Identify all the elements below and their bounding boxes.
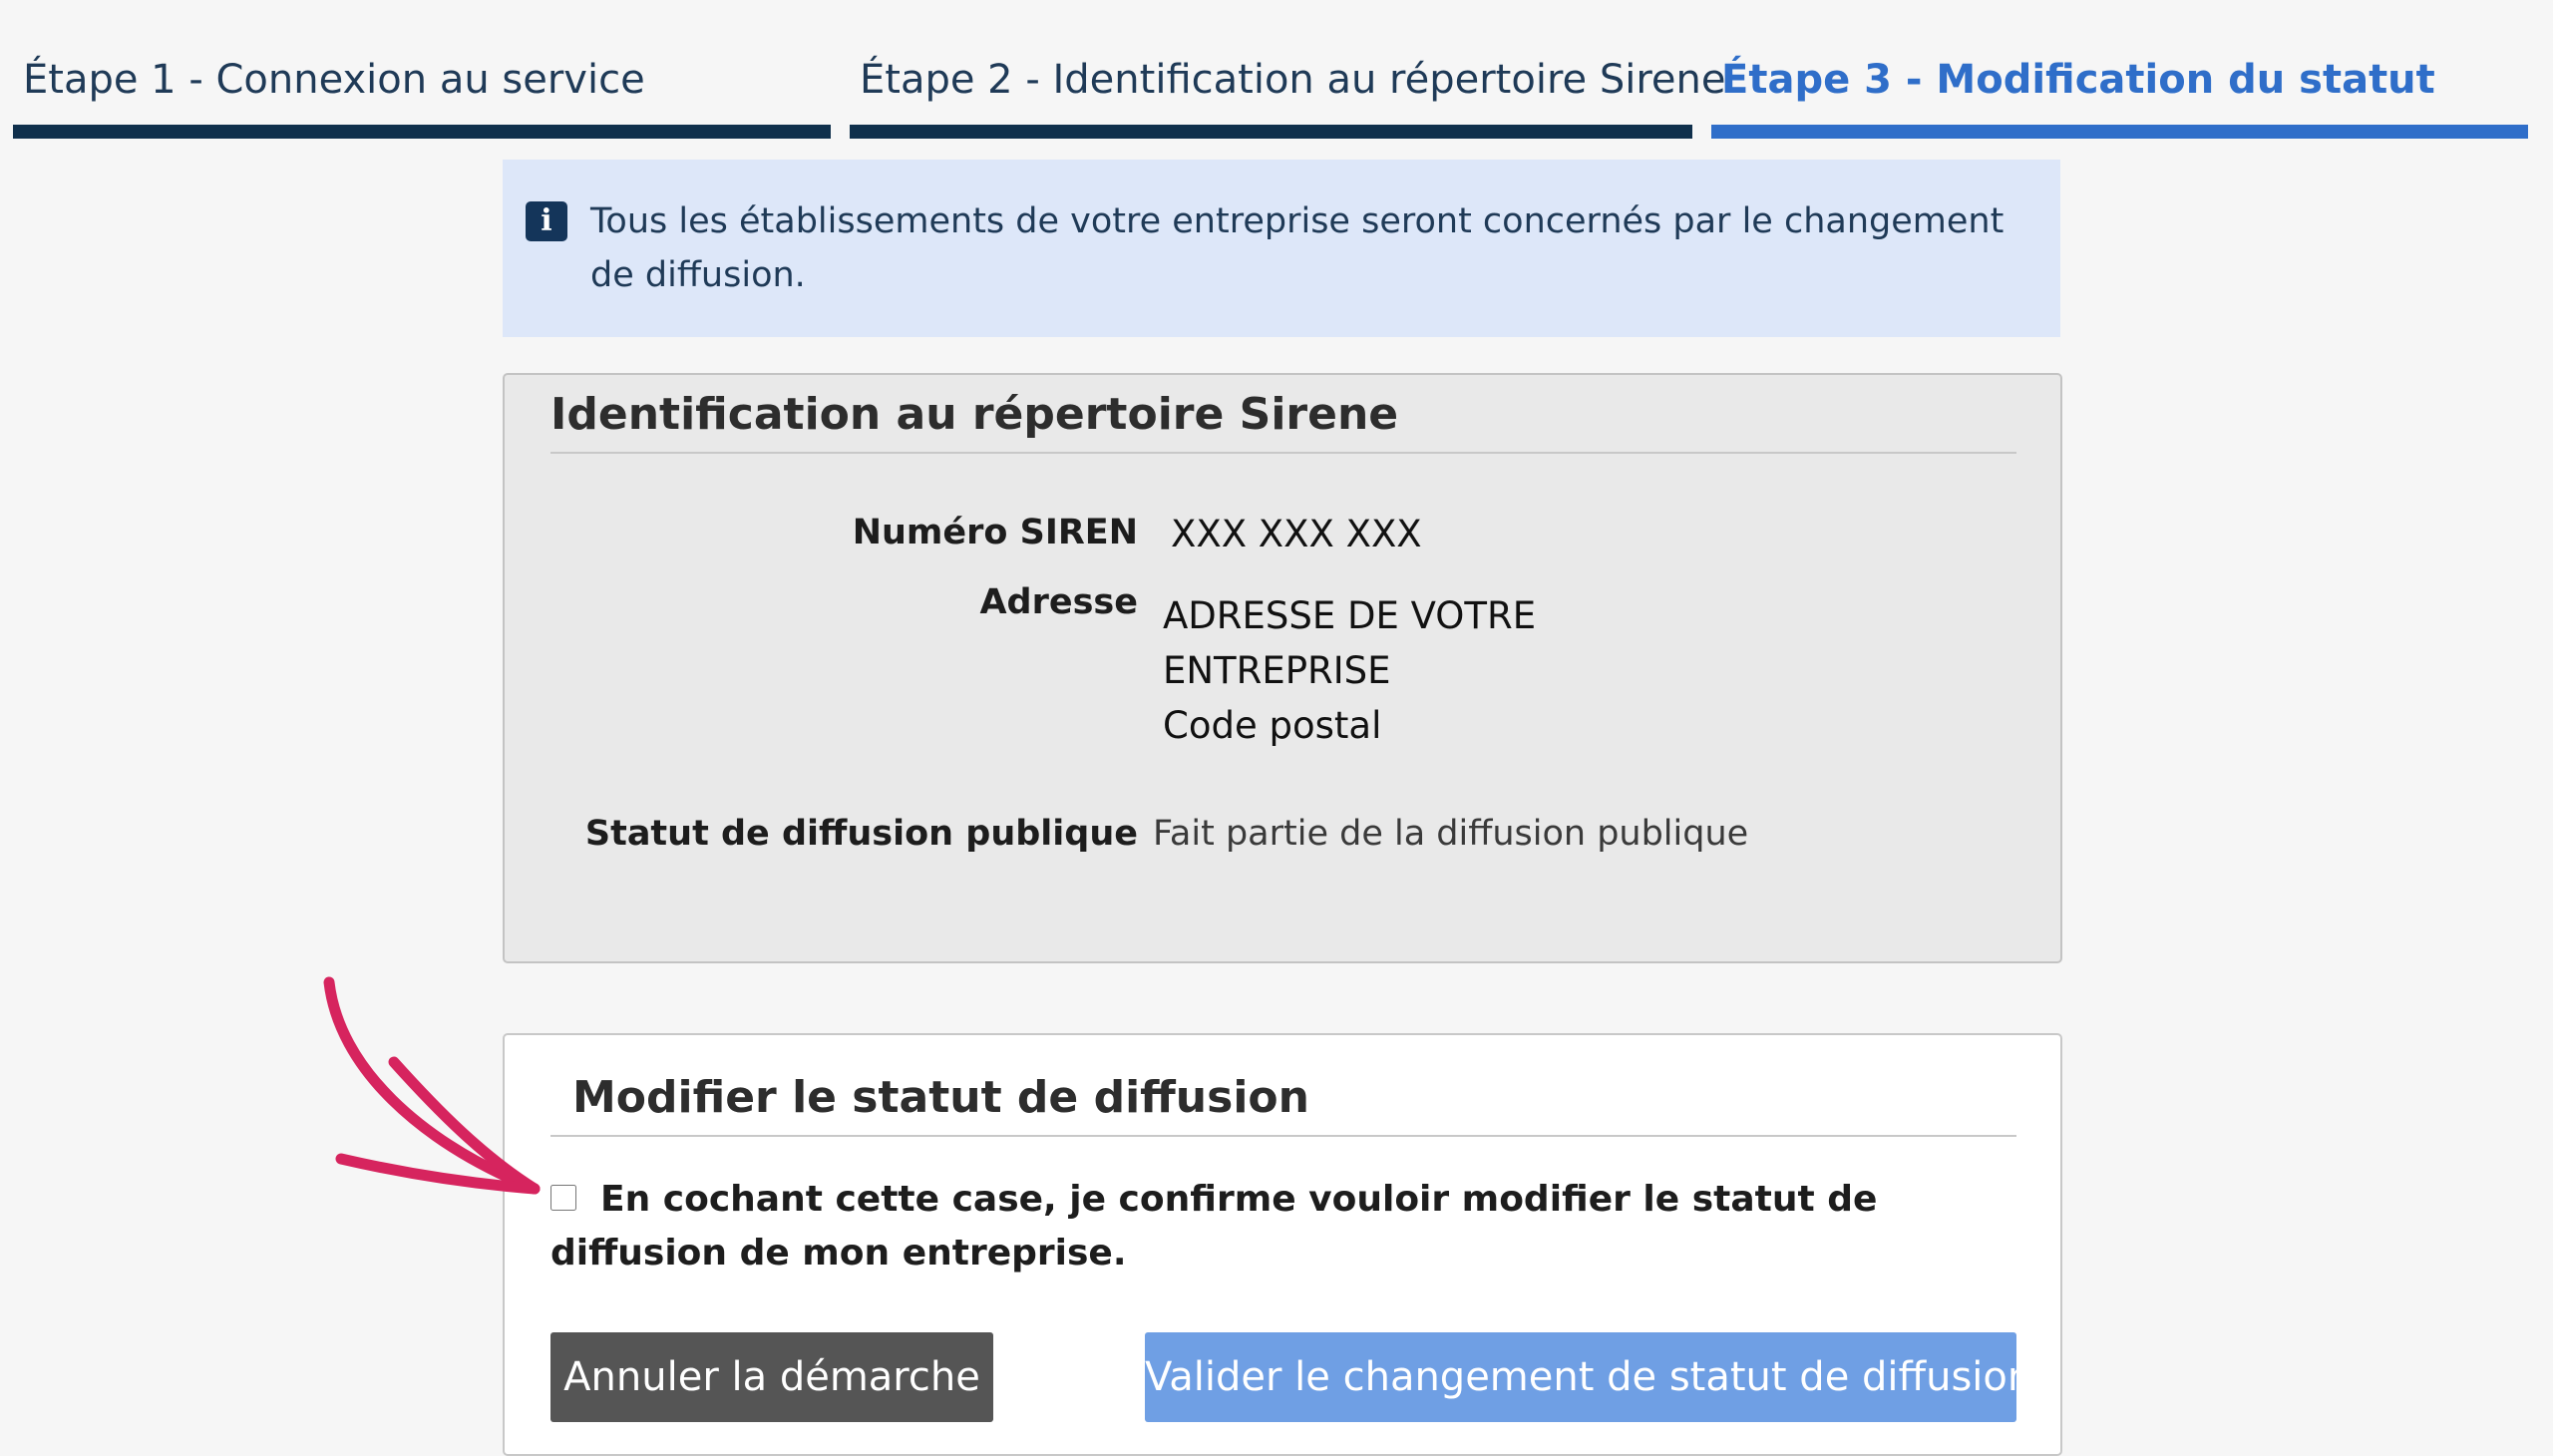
step-3-label: Étape 3 - Modification du statut [1721,57,2435,103]
annotation-arrow-icon [323,976,541,1195]
siren-label: Numéro SIREN [852,513,1138,552]
step-3-modification-active: Étape 3 - Modification du statut [1711,0,2528,140]
modify-status-title-divider [550,1135,2016,1137]
adresse-line-2: ENTREPRISE [1163,649,1391,692]
adresse-label: Adresse [979,582,1138,622]
adresse-value: ADRESSE DE VOTRE ENTREPRISE Code postal [1163,588,1536,753]
validate-change-button[interactable]: Valider le changement de statut de diffu… [1145,1332,2032,1422]
statut-diffusion-value: Fait partie de la diffusion publique [1153,814,1749,854]
info-icon: i [526,201,567,241]
modify-status-title: Modifier le statut de diffusion [572,1072,1309,1123]
identification-panel: Identification au répertoire Sirene Numé… [503,373,2062,963]
step-2-progress-bar [850,125,1692,139]
step-1-connexion: Étape 1 - Connexion au service [13,0,831,140]
statut-diffusion-label: Statut de diffusion publique [584,814,1138,854]
cancel-button[interactable]: Annuler la démarche [550,1332,993,1422]
step-1-progress-bar [13,125,831,139]
modify-status-panel: Modifier le statut de diffusion En cocha… [503,1033,2062,1456]
adresse-line-1: ADRESSE DE VOTRE [1163,594,1537,637]
step-1-label: Étape 1 - Connexion au service [23,57,645,103]
step-2-label: Étape 2 - Identification au répertoire S… [860,57,1726,103]
step-2-identification: Étape 2 - Identification au répertoire S… [850,0,1725,140]
adresse-line-3: Code postal [1163,704,1382,747]
step-3-progress-bar [1711,125,2528,139]
identification-title: Identification au répertoire Sirene [550,389,1399,440]
identification-title-divider [550,452,2016,454]
info-banner-text: Tous les établissements de votre entrepr… [590,201,2005,295]
consent-checkbox-label[interactable]: En cochant cette case, je confirme voulo… [550,1173,1967,1280]
siren-value: XXX XXX XXX [1171,513,1422,555]
info-banner: i Tous les établissements de votre entre… [503,160,2060,337]
